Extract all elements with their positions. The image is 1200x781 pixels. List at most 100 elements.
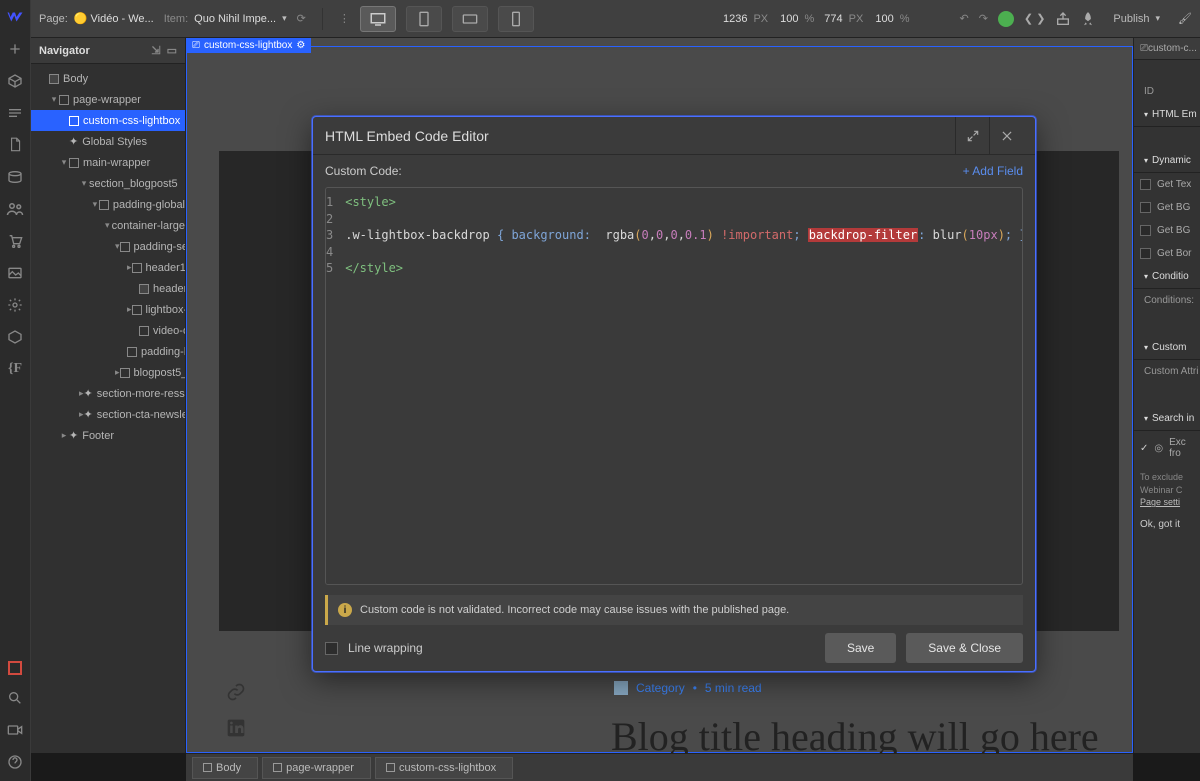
publish-button[interactable]: Publish ▾ bbox=[1105, 9, 1168, 29]
warning-text: Custom code is not validated. Incorrect … bbox=[360, 604, 789, 616]
assets-icon[interactable] bbox=[6, 264, 24, 282]
save-close-button[interactable]: Save & Close bbox=[906, 633, 1023, 663]
check-get-bg-2[interactable]: Get BG bbox=[1134, 219, 1200, 242]
tree-header17[interactable]: header17_... bbox=[31, 278, 185, 299]
cms-icon[interactable] bbox=[6, 168, 24, 186]
undo-icon[interactable]: ↶ bbox=[959, 12, 968, 25]
tree-section-blogpost5[interactable]: ▾section_blogpost5 bbox=[31, 173, 185, 194]
section-conditions[interactable]: ▾Conditio bbox=[1134, 265, 1200, 289]
export-icon[interactable] bbox=[1055, 11, 1071, 27]
tree-padding-global[interactable]: ▾padding-global bbox=[31, 194, 185, 215]
ok-got-it[interactable]: Ok, got it bbox=[1134, 515, 1200, 534]
tree-container-large[interactable]: ▾container-large bbox=[31, 215, 185, 236]
page-icon[interactable] bbox=[6, 136, 24, 154]
modal-title: HTML Embed Code Editor bbox=[325, 128, 489, 144]
device-desktop-button[interactable] bbox=[360, 6, 396, 32]
code-editor[interactable]: 1 2 3 4 5 <style> .w-lightbox-backdrop {… bbox=[325, 187, 1023, 585]
device-landscape-button[interactable] bbox=[452, 6, 488, 32]
ecommerce-icon[interactable] bbox=[6, 232, 24, 250]
code-gutter: 1 2 3 4 5 bbox=[326, 188, 339, 584]
selection-tag[interactable]: ⎚ custom-css-lightbox ⚙ bbox=[186, 38, 311, 53]
check-exclude[interactable]: ✓◎Excfro bbox=[1134, 431, 1200, 465]
section-search-in[interactable]: ▾Search in bbox=[1134, 407, 1200, 431]
right-panel-tab[interactable]: ⎚ custom-c... bbox=[1134, 38, 1200, 60]
search-icon[interactable] bbox=[6, 689, 24, 707]
close-button[interactable] bbox=[989, 117, 1023, 155]
tree-main-wrapper[interactable]: ▾main-wrapper bbox=[31, 152, 185, 173]
line-wrapping-checkbox[interactable] bbox=[325, 642, 338, 655]
section-html-embed[interactable]: ▾HTML Em bbox=[1134, 103, 1200, 127]
custom-attr-label: Custom Attri bbox=[1134, 360, 1200, 383]
navigator-tree: Body ▾page-wrapper custom-css-lightbox ✦… bbox=[31, 64, 185, 450]
tree-custom-css-lightbox[interactable]: custom-css-lightbox bbox=[31, 110, 185, 131]
tree-body[interactable]: Body bbox=[31, 68, 185, 89]
status-ok-icon[interactable] bbox=[998, 11, 1014, 27]
code-body[interactable]: <style> .w-lightbox-backdrop { backgroun… bbox=[339, 188, 1023, 584]
redo-icon[interactable]: ↷ bbox=[979, 12, 988, 25]
check-get-border[interactable]: Get Bor bbox=[1134, 242, 1200, 265]
users-icon[interactable] bbox=[6, 200, 24, 218]
add-field-link[interactable]: + Add Field bbox=[963, 164, 1023, 178]
page-selector[interactable]: Page: 🟡 Vidéo - We... bbox=[39, 12, 154, 25]
tree-page-wrapper[interactable]: ▾page-wrapper bbox=[31, 89, 185, 110]
tree-blogpost5-c[interactable]: ▸blogpost5_c... bbox=[31, 362, 185, 383]
read-time: 5 min read bbox=[705, 681, 762, 695]
info-icon: i bbox=[338, 603, 352, 617]
crumb-custom-css[interactable]: custom-css-lightbox bbox=[375, 757, 513, 779]
save-button[interactable]: Save bbox=[825, 633, 896, 663]
tree-video-ove[interactable]: video-ove... bbox=[31, 320, 185, 341]
refresh-icon[interactable]: ⟳ bbox=[297, 12, 306, 25]
help-icon[interactable] bbox=[6, 753, 24, 771]
item-selector[interactable]: Item: Quo Nihil Impe... ▾ bbox=[164, 13, 287, 25]
tree-header17-lig[interactable]: ▸header17_lig... bbox=[31, 257, 185, 278]
conditions-label: Conditions: bbox=[1134, 289, 1200, 312]
category-link[interactable]: Category bbox=[636, 681, 685, 695]
lines-icon[interactable] bbox=[6, 104, 24, 122]
link-icon[interactable] bbox=[226, 682, 246, 702]
item-name: Quo Nihil Impe... bbox=[194, 13, 276, 25]
gear-icon[interactable]: ⚙ bbox=[296, 40, 305, 51]
collapse-icon[interactable]: ▭ bbox=[167, 44, 177, 57]
right-panel: ⎚ custom-c... ID ▾HTML Em ▾Dynamic Get T… bbox=[1133, 38, 1200, 753]
modal-header: HTML Embed Code Editor bbox=[313, 117, 1035, 155]
expand-button[interactable] bbox=[955, 117, 989, 155]
tree-footer[interactable]: ▸✦Footer bbox=[31, 425, 185, 446]
crumb-page-wrapper[interactable]: page-wrapper bbox=[262, 757, 371, 779]
finsweet-icon[interactable]: {F bbox=[6, 360, 24, 378]
navigator-title: Navigator bbox=[39, 45, 90, 57]
video-icon[interactable] bbox=[6, 721, 24, 739]
linkedin-icon[interactable] bbox=[226, 718, 246, 738]
tree-padding-bot[interactable]: padding-bot... bbox=[31, 341, 185, 362]
tree-global-styles[interactable]: ✦Global Styles bbox=[31, 131, 185, 152]
more-icon[interactable]: ⋮ bbox=[339, 12, 350, 25]
tree-padding-section[interactable]: ▾padding-sectio... bbox=[31, 236, 185, 257]
tree-section-more[interactable]: ▸✦section-more-ressour... bbox=[31, 383, 185, 404]
device-tablet-button[interactable] bbox=[406, 6, 442, 32]
section-custom[interactable]: ▾Custom bbox=[1134, 336, 1200, 360]
navigator-header: Navigator ⇲ ▭ bbox=[31, 38, 185, 64]
box-icon[interactable] bbox=[6, 72, 24, 90]
tree-section-cta[interactable]: ▸✦section-cta-newslett... bbox=[31, 404, 185, 425]
embed-icon: ⎚ bbox=[192, 40, 200, 51]
check-get-text[interactable]: Get Tex bbox=[1134, 173, 1200, 196]
canvas-width[interactable]: 1236 PX 100 % bbox=[723, 13, 814, 25]
stop-icon[interactable] bbox=[8, 661, 22, 675]
check-get-bg-1[interactable]: Get BG bbox=[1134, 196, 1200, 219]
apps-icon[interactable] bbox=[6, 328, 24, 346]
add-icon[interactable] bbox=[6, 40, 24, 58]
webflow-logo-icon[interactable] bbox=[6, 8, 24, 26]
rocket-icon[interactable] bbox=[1081, 11, 1095, 27]
embed-icon: ⎚ bbox=[1140, 43, 1148, 54]
settings-icon[interactable] bbox=[6, 296, 24, 314]
code-icon[interactable]: ❮ ❯ bbox=[1024, 12, 1046, 25]
pin-icon[interactable]: ⇲ bbox=[151, 44, 160, 57]
dot-separator: • bbox=[693, 681, 697, 695]
page-name: 🟡 Vidéo - We... bbox=[74, 12, 154, 25]
html-embed-modal: HTML Embed Code Editor Custom Code: + Ad… bbox=[312, 116, 1036, 672]
crumb-body[interactable]: Body bbox=[192, 757, 258, 779]
tree-lightbox-p[interactable]: ▸lightbox-p... bbox=[31, 299, 185, 320]
brush-icon[interactable]: 🖌 bbox=[1178, 12, 1192, 25]
canvas-height[interactable]: 774 PX 100 % bbox=[824, 13, 909, 25]
device-mobile-button[interactable] bbox=[498, 6, 534, 32]
section-dynamic[interactable]: ▾Dynamic bbox=[1134, 149, 1200, 173]
